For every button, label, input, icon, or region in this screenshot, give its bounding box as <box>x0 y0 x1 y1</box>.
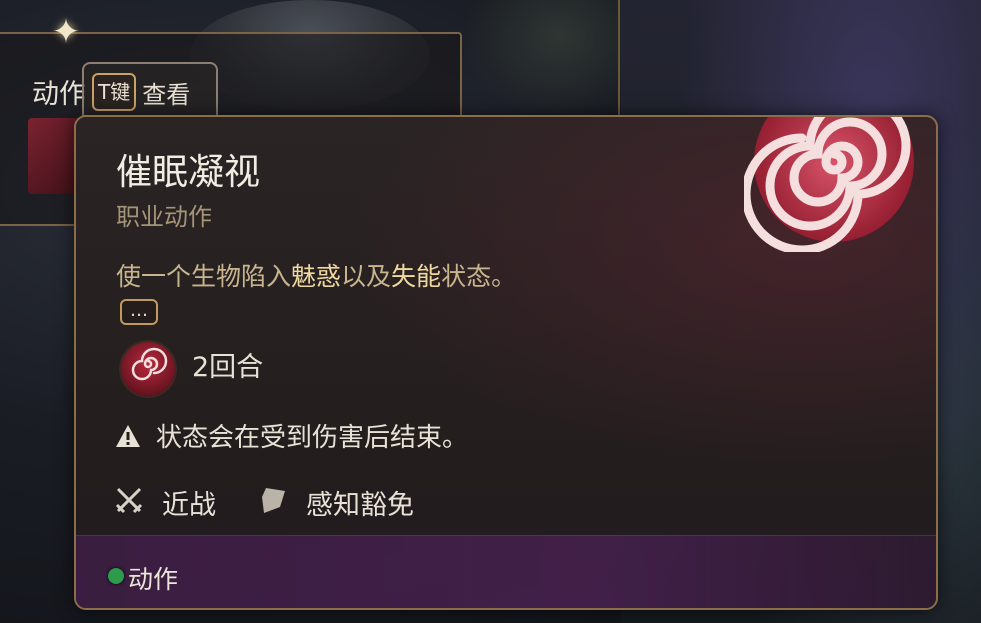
condition-spiral-icon <box>121 342 175 396</box>
action-cost-label: 动作 <box>128 565 179 594</box>
crossed-swords-icon <box>115 487 143 514</box>
hotbar-divider <box>618 0 620 120</box>
key-hint-label: 查看 <box>142 80 191 109</box>
examine-key-hint[interactable]: T键 查看 <box>82 62 218 122</box>
warning-text: 状态会在受到伤害后结束。 <box>156 423 469 453</box>
warning-icon <box>116 425 140 447</box>
action-cost-bar: 动作 <box>76 535 936 608</box>
condition-incapacitated-link[interactable]: 失能 <box>391 262 441 291</box>
description-text: 以及 <box>341 262 392 291</box>
spell-description: 使一个生物陷入魅惑以及失能状态。 <box>116 257 516 293</box>
description-text: 使一个生物陷入 <box>116 262 292 291</box>
duration-label: 2回合 <box>192 352 264 383</box>
spell-title: 催眠凝视 <box>116 152 261 193</box>
hotbar-slot-hypnotic-gaze[interactable] <box>28 118 80 194</box>
description-text: 状态。 <box>441 262 517 291</box>
keyboard-key-t: T键 <box>92 73 137 111</box>
shield-icon <box>262 488 285 513</box>
action-resource-icon <box>108 568 124 584</box>
spell-tooltip: 催眠凝视 职业动作 使一个生物陷入魅惑以及失能状态。 … 2回合 状态会在受到伤… <box>74 115 938 610</box>
condition-charmed-link[interactable]: 魅惑 <box>291 262 341 291</box>
hypnotic-spiral-icon <box>744 117 914 252</box>
star-ornament-icon: ✦ <box>51 12 81 52</box>
tag-saving-throw-label: 感知豁免 <box>306 490 414 521</box>
spell-category: 职业动作 <box>116 203 212 231</box>
tag-melee-label: 近战 <box>162 490 216 521</box>
hotbar-section-label: 动作 <box>32 79 86 110</box>
expand-details-button[interactable]: … <box>120 299 158 325</box>
